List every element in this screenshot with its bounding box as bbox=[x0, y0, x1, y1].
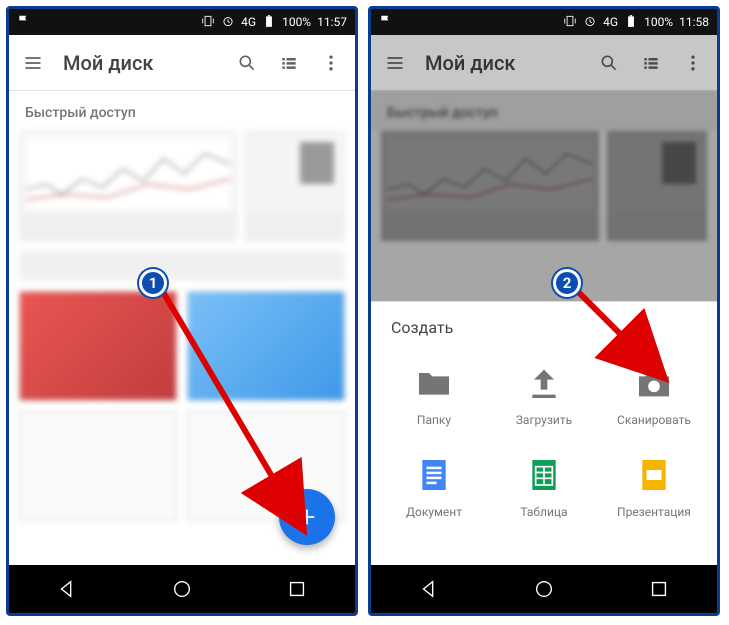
vibrate-icon bbox=[563, 14, 577, 31]
phone-screenshot-1: 4G 100% 11:57 Мой диск Быстрый доступ bbox=[6, 6, 358, 616]
scan-button[interactable]: Сканировать bbox=[599, 351, 709, 443]
flag-icon bbox=[379, 14, 393, 31]
battery-percent: 100% bbox=[644, 15, 673, 29]
phone-screenshot-2: 4G 100% 11:58 Мой диск Быстрый доступ bbox=[368, 6, 720, 616]
alarm-icon bbox=[221, 14, 235, 31]
menu-icon[interactable] bbox=[383, 51, 407, 75]
create-bottom-sheet: Создать Папку Загрузить Сканировать Доку… bbox=[371, 301, 717, 565]
quick-access-label: Быстрый доступ bbox=[9, 91, 355, 131]
slides-icon bbox=[632, 453, 676, 497]
blurred-content bbox=[9, 131, 355, 551]
battery-percent: 100% bbox=[282, 15, 311, 29]
page-title: Мой диск bbox=[63, 51, 217, 75]
vibrate-icon bbox=[201, 14, 215, 31]
sheets-icon bbox=[522, 453, 566, 497]
battery-icon bbox=[624, 14, 638, 31]
more-icon[interactable] bbox=[681, 51, 705, 75]
back-icon[interactable] bbox=[418, 578, 440, 600]
create-sheet-button[interactable]: Таблица bbox=[489, 443, 599, 535]
status-bar: 4G 100% 11:58 bbox=[371, 9, 717, 35]
view-list-icon[interactable] bbox=[639, 51, 663, 75]
fab-create-button[interactable] bbox=[279, 489, 335, 545]
back-icon[interactable] bbox=[56, 578, 78, 600]
view-list-icon[interactable] bbox=[277, 51, 301, 75]
battery-icon bbox=[262, 14, 276, 31]
page-title: Мой диск bbox=[425, 51, 579, 75]
upload-icon bbox=[522, 361, 566, 405]
android-nav-bar bbox=[371, 565, 717, 613]
create-folder-button[interactable]: Папку bbox=[379, 351, 489, 443]
network-label: 4G bbox=[603, 15, 618, 29]
upload-button[interactable]: Загрузить bbox=[489, 351, 599, 443]
menu-icon[interactable] bbox=[21, 51, 45, 75]
app-bar: Мой диск bbox=[9, 35, 355, 91]
home-icon[interactable] bbox=[171, 578, 193, 600]
android-nav-bar bbox=[9, 565, 355, 613]
flag-icon bbox=[17, 14, 31, 31]
camera-icon bbox=[632, 361, 676, 405]
search-icon[interactable] bbox=[597, 51, 621, 75]
alarm-icon bbox=[583, 14, 597, 31]
create-doc-button[interactable]: Документ bbox=[379, 443, 489, 535]
more-icon[interactable] bbox=[319, 51, 343, 75]
clock-time: 11:58 bbox=[679, 15, 709, 29]
folder-icon bbox=[412, 361, 456, 405]
status-bar: 4G 100% 11:57 bbox=[9, 9, 355, 35]
search-icon[interactable] bbox=[235, 51, 259, 75]
clock-time: 11:57 bbox=[317, 15, 347, 29]
recent-icon[interactable] bbox=[648, 578, 670, 600]
sheet-title: Создать bbox=[379, 318, 709, 351]
docs-icon bbox=[412, 453, 456, 497]
network-label: 4G bbox=[241, 15, 256, 29]
home-icon[interactable] bbox=[533, 578, 555, 600]
callout-badge-1: 1 bbox=[139, 269, 167, 297]
create-slides-button[interactable]: Презентация bbox=[599, 443, 709, 535]
app-bar: Мой диск bbox=[371, 35, 717, 91]
recent-icon[interactable] bbox=[286, 578, 308, 600]
callout-badge-2: 2 bbox=[553, 269, 581, 297]
modal-backdrop[interactable] bbox=[371, 91, 717, 301]
